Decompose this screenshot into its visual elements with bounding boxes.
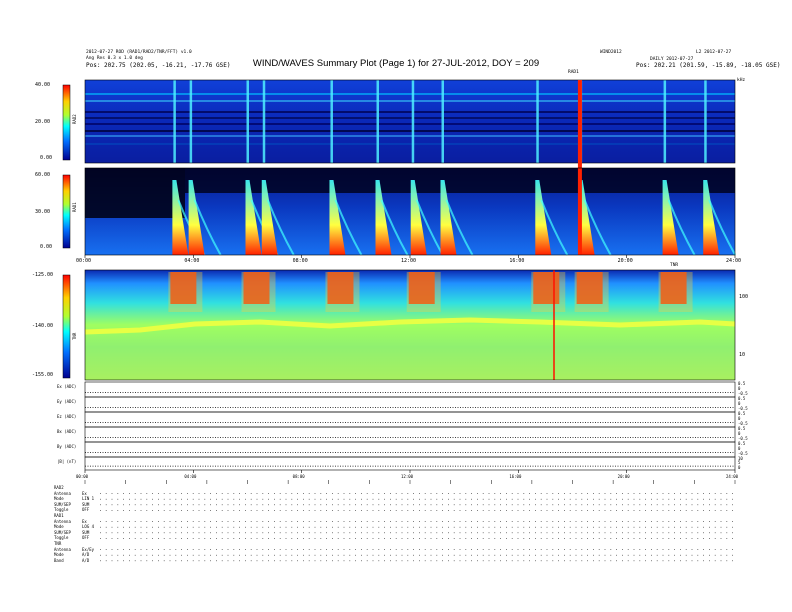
rad2-ylabel: RAD2 — [72, 114, 77, 124]
rad2-colorbar — [62, 84, 71, 161]
rad1-xtick-label: 24:00 — [726, 258, 742, 264]
rad1-ytick-bottom: 0.00 — [40, 244, 53, 250]
rad1-xtick-label: 04:00 — [184, 258, 200, 264]
tnr-colorbar — [62, 274, 71, 379]
fft-panel — [84, 381, 736, 473]
fft-right-tick: 0 — [738, 464, 741, 470]
rad1-xtick-label: 20:00 — [617, 258, 633, 264]
fft-xtick-label: 12:00 — [401, 474, 414, 479]
tnr-burst-halo — [406, 272, 441, 312]
rad1-ytick-top: 60.00 — [35, 172, 51, 178]
fft-xtick-label: 24:00 — [726, 474, 739, 479]
rad2-burst — [173, 80, 176, 163]
tnr-burst-halo — [241, 272, 276, 312]
tnr-ytick-mid: -140.00 — [32, 323, 54, 329]
fft-row-frame — [84, 396, 736, 413]
fft-row-label: Ex (ADC) — [57, 384, 77, 389]
footer-value: OFF — [82, 507, 90, 513]
tnr-burst-halo — [168, 272, 203, 312]
rad1-xtick-label: 12:00 — [401, 258, 417, 264]
tnr-burst-halo — [574, 272, 609, 312]
rad2-burst — [246, 80, 249, 163]
fft-xtick-label: 04:00 — [184, 474, 197, 479]
rad1-ytick-mid: 30.00 — [35, 209, 51, 215]
tnr-ytick-bottom: -155.00 — [32, 372, 54, 378]
footer-mode-grid — [84, 480, 736, 562]
fft-row-frame — [84, 411, 736, 428]
fft-row-label: Ez (ADC) — [57, 414, 77, 419]
rad1-xtick-label: 16:00 — [509, 258, 525, 264]
footer-value: OFF — [82, 535, 90, 541]
fft-row-frame — [84, 381, 736, 398]
rad2-burst — [663, 80, 667, 163]
fft-xtick-label: 16:00 — [509, 474, 522, 479]
rad2-ytick-bottom: 0.00 — [40, 155, 53, 161]
fft-row-label: |B| (nT) — [57, 459, 77, 464]
rad1-colorbar — [62, 174, 71, 249]
fft-xtick-label: 20:00 — [617, 474, 630, 479]
rad1-ylabel: RAD1 — [72, 202, 77, 212]
fft-xtick-label: 00:00 — [76, 474, 89, 479]
fft-row-label: By (ADC) — [57, 444, 77, 449]
summary-plot — [62, 79, 737, 562]
fft-row-label: Ey (ADC) — [57, 399, 77, 404]
rad2-burst — [262, 80, 266, 163]
rad2-panel — [84, 79, 736, 164]
fft-row-frame — [84, 441, 736, 458]
tnr-ylabel: TNR — [72, 332, 77, 340]
tnr-right-tick-100: 100 — [739, 294, 749, 300]
tnr-panel — [84, 269, 736, 381]
major-burst — [577, 80, 582, 255]
rad2-burst — [704, 80, 707, 163]
fft-xtick-label: 08:00 — [292, 474, 305, 479]
footer-value: A/D — [82, 557, 90, 563]
tnr-burst-halo — [325, 272, 360, 312]
rad2-burst — [189, 80, 193, 163]
rad2-ytick-mid: 20.00 — [35, 119, 51, 125]
rad2-ytick-top: 40.00 — [35, 82, 51, 88]
rad2-burst — [411, 80, 415, 163]
footer-key: Band — [54, 557, 64, 563]
rad1-xtick-label: 00:00 — [76, 258, 92, 264]
fft-row-frame — [84, 456, 736, 471]
tnr-ytick-top: -125.00 — [32, 272, 54, 278]
fft-row-frame — [84, 426, 736, 443]
rad1-xtick-label: 08:00 — [292, 258, 308, 264]
tnr-burst-halo — [531, 272, 566, 312]
rad2-burst — [441, 80, 444, 163]
fft-row-label: Bx (ADC) — [57, 429, 77, 434]
rad2-burst — [536, 80, 539, 163]
rad2-burst — [376, 80, 379, 163]
tnr-right-tick-10: 10 — [739, 352, 746, 358]
tnr-burst-halo — [658, 272, 693, 312]
rad2-burst — [330, 80, 333, 163]
